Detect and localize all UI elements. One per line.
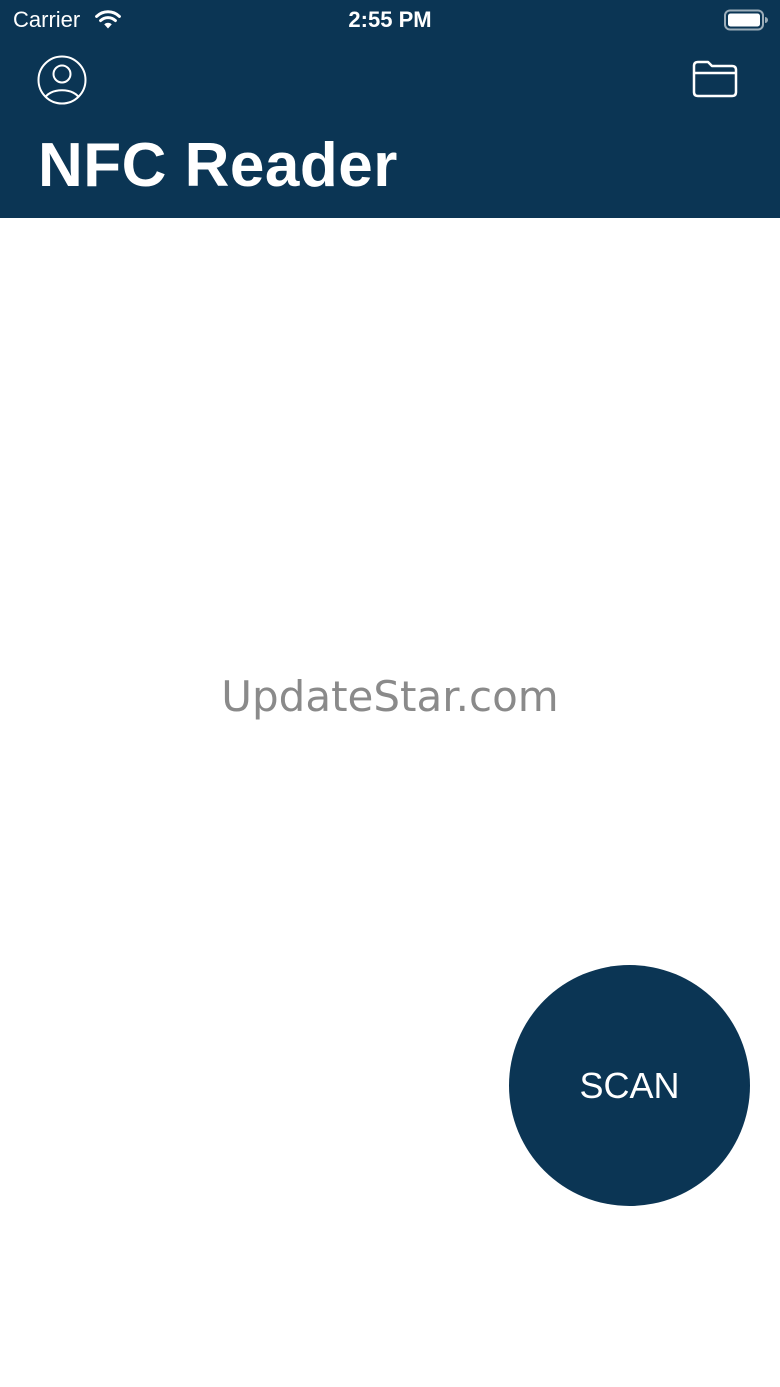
watermark-text: UpdateStar.com <box>221 672 559 721</box>
battery-icon <box>724 9 768 31</box>
page-title: NFC Reader <box>38 131 398 200</box>
navigation-header: Carrier 2:55 PM NFC Reader <box>0 0 780 218</box>
status-time: 2:55 PM <box>348 7 432 32</box>
status-bar: Carrier 2:55 PM <box>0 0 780 40</box>
profile-button[interactable] <box>36 54 88 106</box>
folder-icon <box>692 60 738 98</box>
person-circle-icon <box>37 55 87 105</box>
folder-button[interactable] <box>690 58 740 100</box>
scan-button[interactable]: SCAN <box>509 965 750 1206</box>
